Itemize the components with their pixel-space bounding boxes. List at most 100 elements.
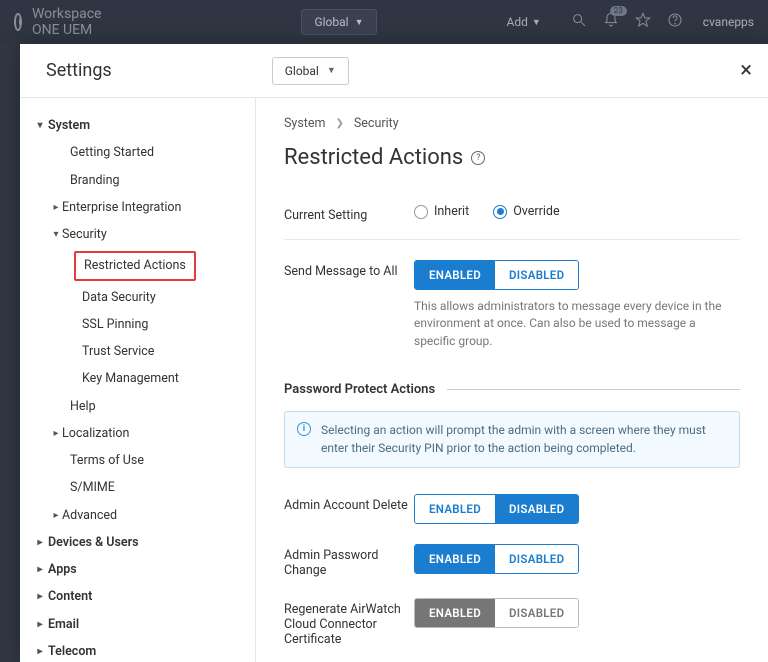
logo-icon — [14, 13, 22, 31]
setting-label: Admin Account Delete — [284, 494, 414, 513]
notifications-badge: 23 — [610, 6, 627, 16]
sidebar-item-label: Devices & Users — [48, 532, 139, 553]
sidebar-item-label: System — [48, 115, 90, 136]
settings-modal: Settings Global ▼ × ▾System Getting Star… — [20, 44, 768, 662]
toggle-disabled: DISABLED — [495, 599, 578, 627]
divider — [447, 389, 740, 390]
regenerate-cert-row: Regenerate AirWatch Cloud Connector Cert… — [284, 588, 740, 657]
section-header: Password Protect Actions — [284, 382, 740, 397]
chevron-right-icon: ❯ — [335, 118, 343, 129]
info-alert: i Selecting an action will prompt the ad… — [284, 411, 740, 468]
sidebar-item-label: Restricted Actions — [74, 251, 196, 280]
setting-description: This allows administrators to message ev… — [414, 298, 734, 350]
sidebar-item-label: Trust Service — [82, 341, 154, 362]
org-group-label: Global — [314, 15, 348, 29]
sidebar-item-label: Apps — [48, 559, 77, 580]
sidebar-item-terms[interactable]: Terms of Use — [30, 447, 245, 474]
modal-title: Settings — [46, 60, 112, 81]
sidebar-item-label: Email — [48, 614, 79, 635]
app-title: Workspace ONE UEM — [32, 6, 102, 38]
chevron-down-icon: ▾ — [32, 117, 48, 134]
sidebar-item-smime[interactable]: S/MIME — [30, 474, 245, 501]
sidebar-item-help[interactable]: Help — [30, 393, 245, 420]
sidebar-item-label: Data Security — [82, 287, 156, 308]
notifications-icon[interactable]: 23 — [603, 12, 619, 32]
sidebar-item-email[interactable]: ▸Email — [30, 611, 245, 638]
scope-dropdown[interactable]: Global ▼ — [272, 57, 349, 85]
send-message-row: Send Message to All ENABLED DISABLED Thi… — [284, 250, 740, 360]
info-text: Selecting an action will prompt the admi… — [321, 422, 727, 457]
setting-label: Regenerate AirWatch Cloud Connector Cert… — [284, 598, 414, 647]
sidebar-item-apps[interactable]: ▸Apps — [30, 556, 245, 583]
sidebar-item-trust-service[interactable]: Trust Service — [30, 338, 245, 365]
admin-password-change-toggle[interactable]: ENABLED DISABLED — [414, 544, 579, 574]
sidebar-item-label: Content — [48, 586, 92, 607]
app-bar: Workspace ONE UEM Global ▼ Add ▼ 23 cvan… — [0, 0, 768, 44]
sidebar-item-data-security[interactable]: Data Security — [30, 284, 245, 311]
star-icon[interactable] — [635, 12, 651, 32]
sidebar-item-system[interactable]: ▾System — [30, 112, 245, 139]
toggle-disabled: DISABLED — [495, 261, 578, 289]
radio-inherit[interactable]: Inherit — [414, 204, 469, 219]
regenerate-cert-toggle[interactable]: ENABLED DISABLED — [414, 598, 579, 628]
chevron-right-icon: ▸ — [48, 425, 64, 442]
close-icon[interactable]: × — [740, 60, 752, 82]
chevron-right-icon: ▸ — [32, 561, 48, 578]
sidebar-item-label: Getting Started — [70, 142, 154, 163]
admin-account-delete-toggle[interactable]: ENABLED DISABLED — [414, 494, 579, 524]
user-menu[interactable]: cvanepps — [703, 15, 754, 29]
chevron-right-icon: ▸ — [32, 643, 48, 660]
sidebar-item-localization[interactable]: ▸Localization — [30, 420, 245, 447]
divider — [284, 239, 740, 240]
sidebar-item-label: Localization — [62, 423, 129, 444]
current-setting-row: Current Setting Inherit Override — [284, 194, 740, 233]
sidebar-item-key-management[interactable]: Key Management — [30, 365, 245, 392]
sidebar-item-restricted-actions[interactable]: Restricted Actions — [30, 248, 245, 283]
section-title: Password Protect Actions — [284, 382, 435, 397]
content-pane: System ❯ Security Restricted Actions ? C… — [256, 98, 768, 662]
help-icon[interactable]: ? — [471, 151, 485, 165]
sidebar-item-label: Help — [70, 396, 96, 417]
toggle-enabled: ENABLED — [415, 495, 495, 523]
sidebar-item-label: Advanced — [62, 505, 117, 526]
toggle-enabled: ENABLED — [415, 599, 495, 627]
chevron-right-icon: ▸ — [32, 588, 48, 605]
settings-sidebar: ▾System Getting Started Branding ▸Enterp… — [20, 98, 256, 662]
chevron-right-icon: ▸ — [32, 616, 48, 633]
sidebar-item-label: Branding — [70, 170, 120, 191]
breadcrumb-item[interactable]: Security — [354, 116, 399, 131]
search-icon[interactable] — [571, 12, 587, 32]
modal-header: Settings Global ▼ × — [20, 44, 768, 98]
toggle-enabled: ENABLED — [415, 545, 495, 573]
sidebar-item-label: SSL Pinning — [82, 314, 148, 335]
radio-override[interactable]: Override — [493, 204, 559, 219]
scope-label: Global — [285, 64, 319, 78]
sidebar-item-label: S/MIME — [70, 477, 115, 498]
sidebar-item-enterprise-integration[interactable]: ▸Enterprise Integration — [30, 194, 245, 221]
send-message-toggle[interactable]: ENABLED DISABLED — [414, 260, 579, 290]
sidebar-item-security[interactable]: ▾Security — [30, 221, 245, 248]
info-icon: i — [297, 422, 311, 436]
org-group-selector[interactable]: Global ▼ — [301, 9, 376, 35]
sidebar-item-branding[interactable]: Branding — [30, 167, 245, 194]
apns-cert-row: APNs Certificate Change ENABLED DISABLED — [284, 657, 740, 662]
sidebar-item-label: Key Management — [82, 368, 179, 389]
help-icon[interactable] — [667, 12, 683, 32]
chevron-down-icon: ▼ — [355, 17, 364, 28]
sidebar-item-label: Terms of Use — [70, 450, 144, 471]
radio-icon — [414, 205, 428, 219]
sidebar-item-devices-users[interactable]: ▸Devices & Users — [30, 529, 245, 556]
sidebar-item-advanced[interactable]: ▸Advanced — [30, 502, 245, 529]
add-menu[interactable]: Add ▼ — [507, 15, 541, 29]
sidebar-item-ssl-pinning[interactable]: SSL Pinning — [30, 311, 245, 338]
sidebar-item-getting-started[interactable]: Getting Started — [30, 139, 245, 166]
sidebar-item-label: Enterprise Integration — [62, 197, 181, 218]
add-label: Add — [507, 15, 528, 29]
setting-label: Admin Password Change — [284, 544, 414, 578]
chevron-down-icon: ▼ — [327, 65, 336, 76]
breadcrumb-item[interactable]: System — [284, 116, 325, 131]
sidebar-item-content[interactable]: ▸Content — [30, 583, 245, 610]
page-title-text: Restricted Actions — [284, 145, 463, 170]
sidebar-item-telecom[interactable]: ▸Telecom — [30, 638, 245, 662]
admin-password-change-row: Admin Password Change ENABLED DISABLED — [284, 534, 740, 588]
